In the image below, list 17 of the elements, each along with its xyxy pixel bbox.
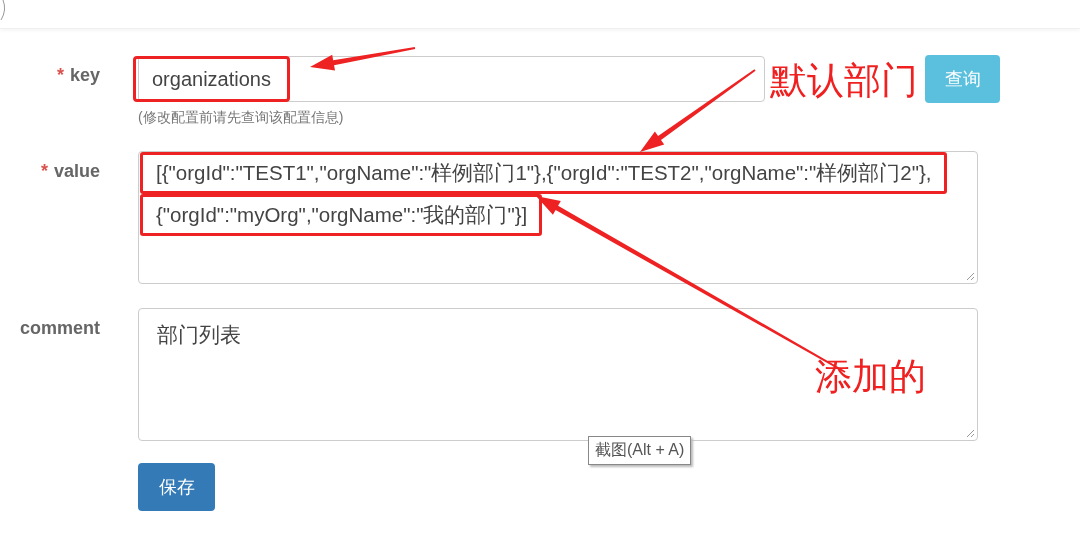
- resize-grip-icon[interactable]: [965, 428, 975, 438]
- annotation-text: 添加的: [815, 358, 926, 395]
- input-value: organizations: [152, 67, 271, 91]
- annotation-text: 默认部门: [770, 62, 918, 99]
- textarea-text: 部门列表: [157, 323, 241, 346]
- textarea-field[interactable]: [{"orgId":"TEST1","orgName":"样例部门1"},{"orgId":"TEST2","orgName":"样例部门2"}, {"orgId":"myOrg","orgName":"我的部门"}]: [138, 151, 978, 284]
- field-label: comment: [20, 318, 100, 338]
- field-label: value: [53, 161, 100, 181]
- textarea-text: {"orgId":"myOrg","orgName":"我的部门"}]: [156, 203, 528, 226]
- textarea-text: [{"orgId":"TEST1","orgName":"样例部门1"},{"orgId":"TEST2","orgName":"样例部门2"},: [156, 161, 932, 184]
- required-asterisk: *: [56, 65, 64, 85]
- resize-grip-icon[interactable]: [965, 271, 975, 281]
- required-asterisk: *: [40, 161, 48, 181]
- hint-text: (修改配置前请先查询该配置信息): [138, 109, 345, 127]
- save-button[interactable]: 保存: [138, 463, 215, 511]
- tooltip: 截图(Alt + A): [588, 436, 692, 465]
- field-label: key: [69, 65, 100, 85]
